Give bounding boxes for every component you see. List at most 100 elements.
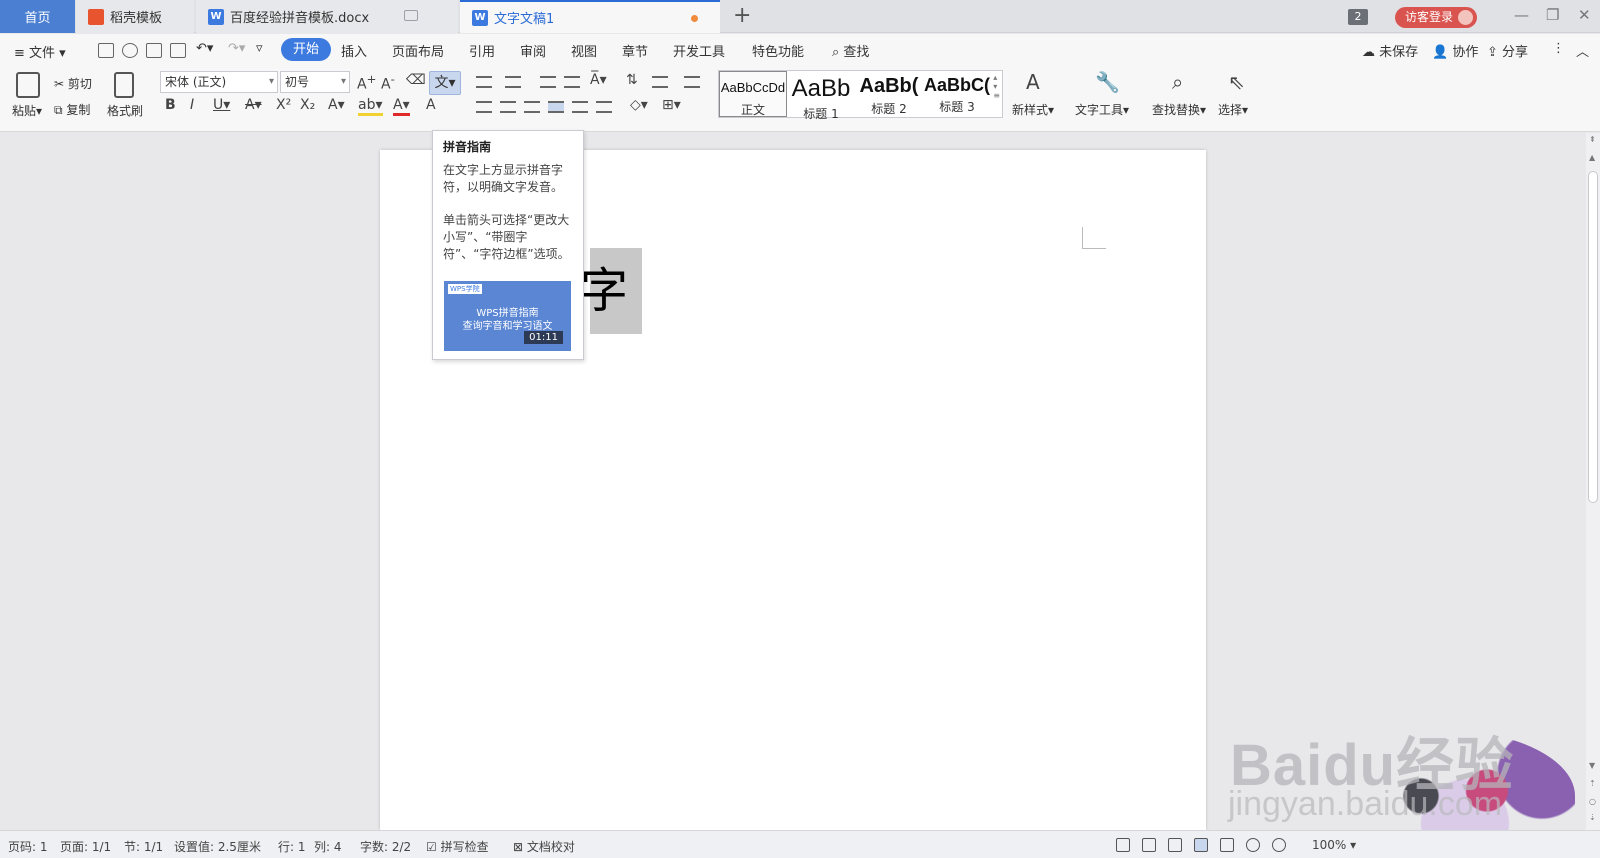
superscript-icon[interactable]: X² <box>276 97 291 113</box>
paste-button[interactable]: 粘贴▾ <box>12 102 42 119</box>
scroll-down-icon[interactable]: ▼ <box>1589 761 1595 770</box>
char-shading-icon[interactable]: A <box>426 97 436 113</box>
show-marks-icon[interactable] <box>684 76 700 88</box>
menu-page-layout[interactable]: 页面布局 <box>392 41 444 60</box>
redo-icon[interactable]: ↷▾ <box>228 41 245 56</box>
unsaved-cloud-button[interactable]: ☁ 未保存 <box>1362 41 1418 60</box>
style-heading-1[interactable]: AaBb 标题 1 <box>787 71 855 121</box>
increase-indent-icon[interactable] <box>564 76 580 88</box>
eye-protection-icon[interactable] <box>1272 838 1286 852</box>
align-left-icon[interactable] <box>476 101 492 113</box>
tab-document1[interactable]: W 文字文稿1 <box>460 0 720 33</box>
borders-icon[interactable]: ⊞▾ <box>662 97 681 113</box>
bold-icon[interactable]: B <box>165 97 176 113</box>
tutorial-video-thumbnail[interactable]: WPS学院 WPS拼音指南 查询字音和学习语文 01:11 <box>444 281 571 351</box>
find-replace-button[interactable]: 查找替换▾ <box>1152 101 1206 118</box>
page-view-icon[interactable] <box>1194 838 1208 852</box>
menu-chapter[interactable]: 章节 <box>622 41 648 60</box>
guest-login-button[interactable]: 访客登录 <box>1395 7 1477 28</box>
magnifier-icon[interactable]: ⌕ <box>1172 70 1183 94</box>
select-button[interactable]: 选择▾ <box>1218 101 1248 118</box>
find-button[interactable]: ⌕ 查找 <box>832 41 869 60</box>
cut-button[interactable]: ✂ 剪切 <box>54 75 92 92</box>
web-view-icon[interactable] <box>1246 838 1260 852</box>
menu-special[interactable]: 特色功能 <box>752 41 804 60</box>
tab-home[interactable]: 首页 <box>0 0 75 33</box>
new-style-button[interactable]: 新样式▾ <box>1012 101 1054 118</box>
wrench-icon[interactable]: 🔧 <box>1095 70 1120 94</box>
text-tools-button[interactable]: 文字工具▾ <box>1075 101 1129 118</box>
status-section[interactable]: 节: 1/1 <box>124 838 163 855</box>
file-menu[interactable]: ≡ 文件 ▾ <box>14 42 66 61</box>
change-case-icon[interactable]: A̅▾ <box>590 72 607 88</box>
read-mode-icon[interactable] <box>1142 838 1156 852</box>
restore-icon[interactable]: ❐ <box>1546 6 1559 24</box>
prev-page-icon[interactable]: ⇡ <box>1589 779 1596 788</box>
outline-view-icon[interactable] <box>1220 838 1234 852</box>
status-pages[interactable]: 页面: 1/1 <box>60 838 111 855</box>
status-row[interactable]: 行: 1 <box>278 838 306 855</box>
save-icon[interactable] <box>98 43 114 58</box>
menu-insert[interactable]: 插入 <box>341 41 367 60</box>
line-spacing-icon[interactable] <box>596 101 612 113</box>
style-normal[interactable]: AaBbCcDd 正文 <box>719 71 787 117</box>
font-size-combo[interactable]: 初号 <box>280 71 350 93</box>
clear-format-icon[interactable]: ⌫ <box>406 72 426 88</box>
pinyin-guide-button[interactable]: 文▾ <box>429 71 461 95</box>
menu-review[interactable]: 审阅 <box>520 41 546 60</box>
fullscreen-icon[interactable] <box>1116 838 1130 852</box>
vertical-scrollbar[interactable]: ⇞ ▲ ▼ ⇡ ○ ⇣ <box>1586 133 1600 830</box>
bullet-list-icon[interactable] <box>476 76 492 88</box>
strikethrough-icon[interactable]: A▾ <box>245 97 262 113</box>
select-browse-icon[interactable]: ○ <box>1589 797 1596 806</box>
status-word-count[interactable]: 字数: 2/2 <box>360 838 411 855</box>
format-painter-icon[interactable] <box>114 72 134 98</box>
copy-button[interactable]: ⧉ 复制 <box>54 101 90 118</box>
more-vert-icon[interactable]: ⋮ <box>1552 41 1565 56</box>
paste-icon[interactable] <box>16 72 40 98</box>
menu-view[interactable]: 视图 <box>571 41 597 60</box>
doc-proofread-button[interactable]: ⊠ 文档校对 <box>513 838 575 855</box>
italic-icon[interactable]: I <box>190 97 194 113</box>
decrease-indent-icon[interactable] <box>540 76 556 88</box>
shrink-font-icon[interactable]: A- <box>381 72 395 93</box>
status-page[interactable]: 页码: 1 <box>8 838 48 855</box>
print-preview-icon[interactable] <box>170 43 186 58</box>
new-tab-plus-icon[interactable]: + <box>733 3 751 28</box>
distributed-icon[interactable] <box>572 101 588 113</box>
scroll-top-icon[interactable]: ⇞ <box>1589 135 1596 144</box>
menu-references[interactable]: 引用 <box>469 41 495 60</box>
gallery-scroll-icon[interactable]: ▴ ▾ ≡ <box>993 73 1000 100</box>
subscript-icon[interactable]: X₂ <box>300 97 315 113</box>
grow-font-icon[interactable]: A+ <box>357 72 376 93</box>
numbered-list-icon[interactable] <box>505 76 521 88</box>
minimize-icon[interactable]: — <box>1514 6 1529 24</box>
monitor-icon[interactable] <box>404 10 418 21</box>
quick-access-more-icon[interactable]: ▿ <box>256 41 263 56</box>
spell-check-button[interactable]: ☑ 拼写检查 <box>426 838 489 855</box>
undo-icon[interactable]: ↶▾ <box>196 41 213 56</box>
menu-start[interactable]: 开始 <box>281 38 332 61</box>
style-heading-2[interactable]: AaBb( 标题 2 <box>855 71 923 117</box>
underline-icon[interactable]: U▾ <box>213 97 230 113</box>
font-color-icon[interactable]: A▾ <box>393 97 410 116</box>
scrollbar-thumb[interactable] <box>1588 171 1598 503</box>
cursor-icon[interactable]: ⇖ <box>1228 70 1245 94</box>
text-effect-icon[interactable]: A▾ <box>328 97 345 113</box>
format-painter-button[interactable]: 格式刷 <box>107 102 143 119</box>
collaborate-button[interactable]: 👤 协作 <box>1432 41 1478 60</box>
align-right-icon[interactable] <box>524 101 540 113</box>
shading-icon[interactable]: ◇▾ <box>630 97 648 113</box>
font-name-combo[interactable]: 宋体 (正文) <box>160 71 278 93</box>
print-icon[interactable] <box>146 43 162 58</box>
highlight-icon[interactable]: ab▾ <box>358 97 383 116</box>
close-icon[interactable]: ✕ <box>1578 6 1591 24</box>
tab-pinyin-template-doc[interactable]: W 百度经验拼音模板.docx <box>196 0 458 33</box>
status-col[interactable]: 列: 4 <box>314 838 342 855</box>
selected-character[interactable]: 字 <box>580 248 642 334</box>
sort-icon[interactable]: ⇅ <box>626 72 638 88</box>
window-count-badge[interactable]: 2 <box>1348 9 1368 25</box>
align-center-icon[interactable] <box>500 101 516 113</box>
tab-docer-templates[interactable]: 稻壳模板 <box>76 0 194 33</box>
next-page-icon[interactable]: ⇣ <box>1589 813 1596 822</box>
